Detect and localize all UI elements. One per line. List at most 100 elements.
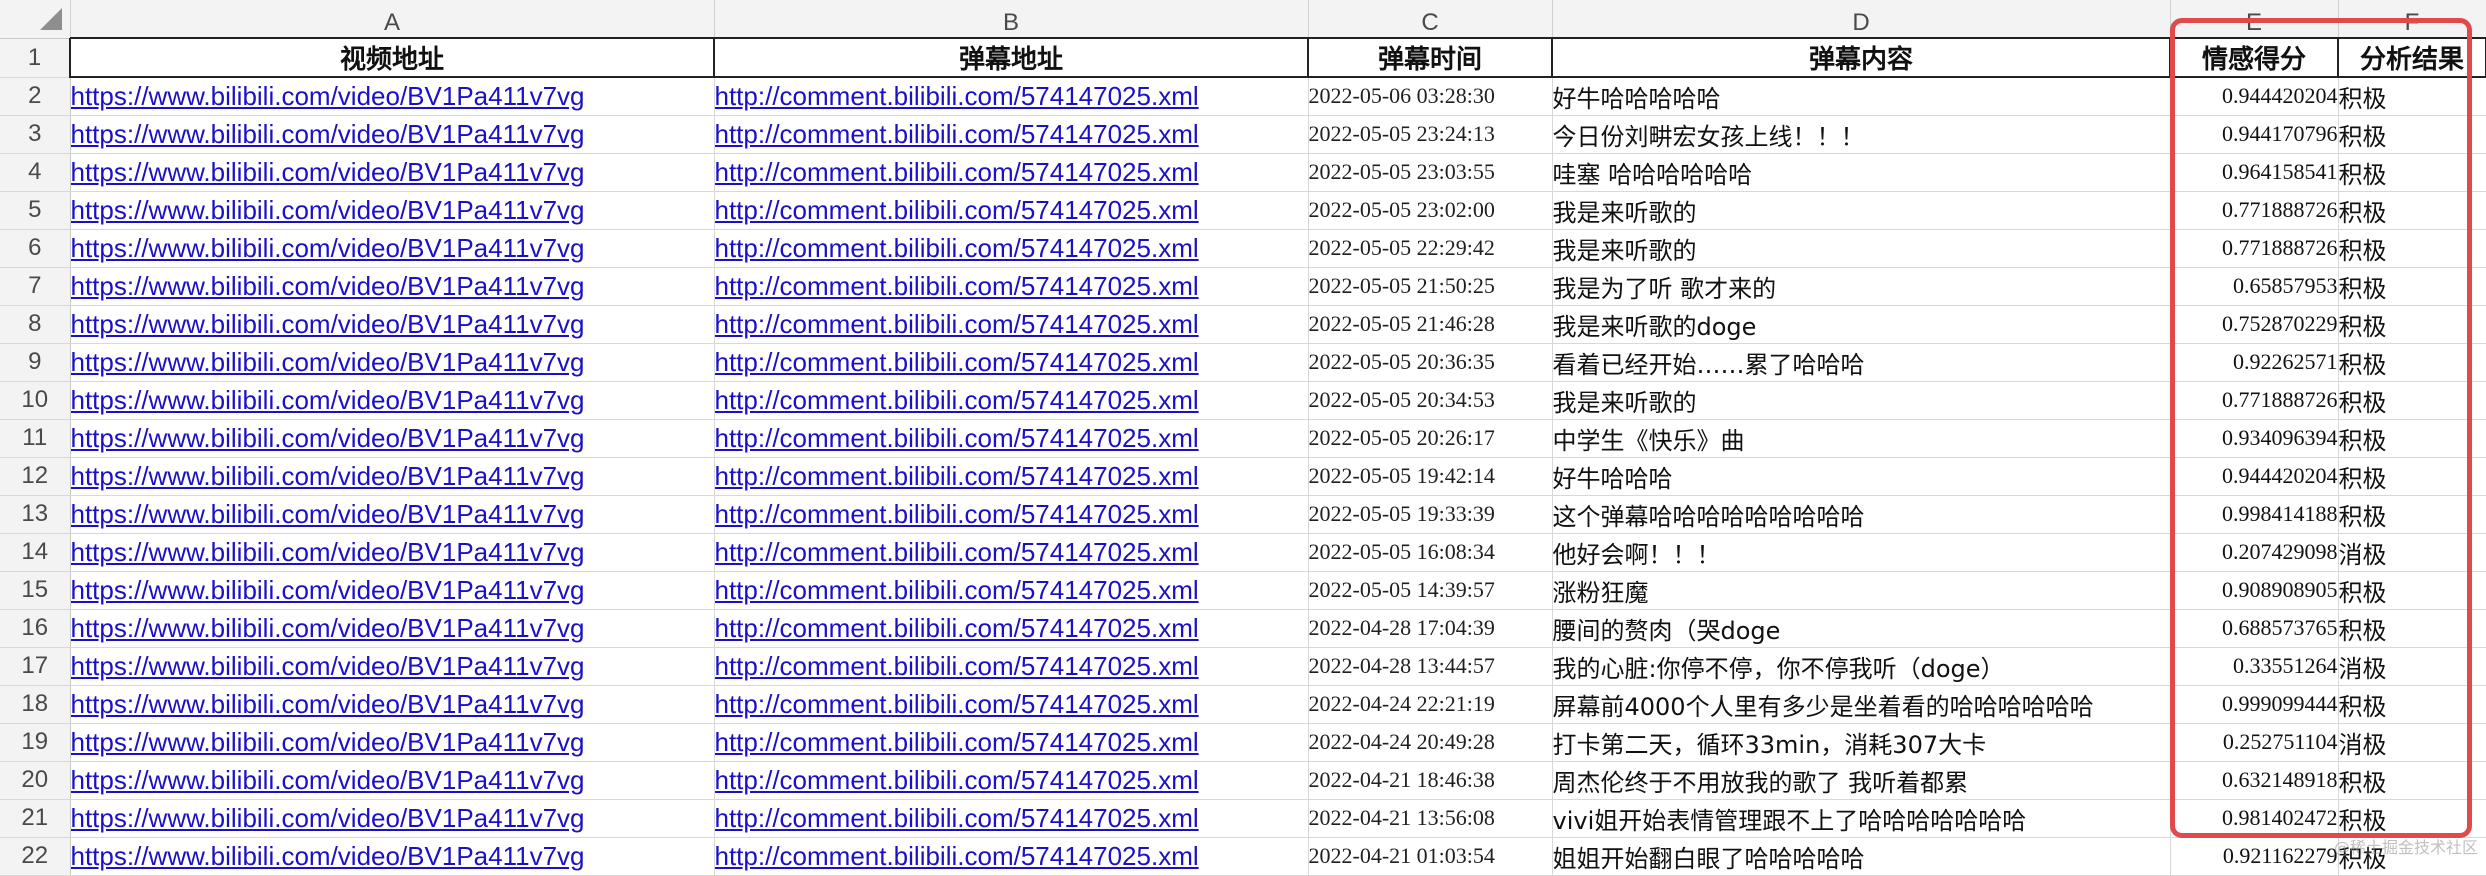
row-number[interactable]: 12 xyxy=(0,457,71,496)
danmaku-url-cell[interactable]: http://comment.bilibili.com/574147025.xm… xyxy=(714,723,1309,762)
sentiment-score-cell[interactable]: 0.944170796 xyxy=(2170,115,2339,154)
video-url-cell[interactable]: https://www.bilibili.com/video/BV1Pa411v… xyxy=(70,191,715,230)
column-header-e[interactable]: E xyxy=(2170,0,2339,39)
video-url-cell[interactable]: https://www.bilibili.com/video/BV1Pa411v… xyxy=(70,77,715,116)
video-url-cell[interactable]: https://www.bilibili.com/video/BV1Pa411v… xyxy=(70,647,715,686)
analysis-result-cell[interactable]: 消极 xyxy=(2338,647,2486,686)
analysis-result-cell[interactable]: 积极 xyxy=(2338,267,2486,306)
header-cell-sentiment-score[interactable]: 情感得分 xyxy=(2169,37,2339,78)
row-number[interactable]: 1 xyxy=(0,38,71,78)
danmaku-url-cell[interactable]: http://comment.bilibili.com/574147025.xm… xyxy=(714,343,1309,382)
row-number[interactable]: 17 xyxy=(0,647,71,686)
danmaku-content-cell[interactable]: 打卡第二天，循环33min，消耗307大卡 xyxy=(1552,723,2171,762)
video-url-cell[interactable]: https://www.bilibili.com/video/BV1Pa411v… xyxy=(70,571,715,610)
row-number[interactable]: 2 xyxy=(0,77,71,116)
danmaku-content-cell[interactable]: 我是来听歌的 xyxy=(1552,191,2171,230)
row-number[interactable]: 3 xyxy=(0,115,71,154)
danmaku-content-cell[interactable]: 周杰伦终于不用放我的歌了 我听着都累 xyxy=(1552,761,2171,800)
danmaku-time-cell[interactable]: 2022-05-05 19:33:39 xyxy=(1308,495,1553,534)
danmaku-time-cell[interactable]: 2022-05-05 23:24:13 xyxy=(1308,115,1553,154)
danmaku-content-cell[interactable]: 姐姐开始翻白眼了哈哈哈哈哈 xyxy=(1552,837,2171,876)
danmaku-content-cell[interactable]: 看着已经开始……累了哈哈哈 xyxy=(1552,343,2171,382)
danmaku-url-cell[interactable]: http://comment.bilibili.com/574147025.xm… xyxy=(714,229,1309,268)
danmaku-content-cell[interactable]: 我是来听歌的 xyxy=(1552,229,2171,268)
danmaku-content-cell[interactable]: 我是来听歌的 xyxy=(1552,381,2171,420)
danmaku-time-cell[interactable]: 2022-05-05 21:50:25 xyxy=(1308,267,1553,306)
sentiment-score-cell[interactable]: 0.934096394 xyxy=(2170,419,2339,458)
row-number[interactable]: 5 xyxy=(0,191,71,230)
analysis-result-cell[interactable]: 积极 xyxy=(2338,571,2486,610)
sentiment-score-cell[interactable]: 0.65857953 xyxy=(2170,267,2339,306)
row-number[interactable]: 13 xyxy=(0,495,71,534)
analysis-result-cell[interactable]: 积极 xyxy=(2338,419,2486,458)
danmaku-content-cell[interactable]: 哇塞 哈哈哈哈哈哈 xyxy=(1552,153,2171,192)
danmaku-time-cell[interactable]: 2022-05-05 20:26:17 xyxy=(1308,419,1553,458)
row-number[interactable]: 20 xyxy=(0,761,71,800)
danmaku-url-cell[interactable]: http://comment.bilibili.com/574147025.xm… xyxy=(714,799,1309,838)
sentiment-score-cell[interactable]: 0.771888726 xyxy=(2170,229,2339,268)
header-cell-danmaku-time[interactable]: 弹幕时间 xyxy=(1307,37,1553,78)
sentiment-score-cell[interactable]: 0.207429098 xyxy=(2170,533,2339,572)
video-url-cell[interactable]: https://www.bilibili.com/video/BV1Pa411v… xyxy=(70,495,715,534)
danmaku-time-cell[interactable]: 2022-04-21 18:46:38 xyxy=(1308,761,1553,800)
danmaku-time-cell[interactable]: 2022-04-21 01:03:54 xyxy=(1308,837,1553,876)
analysis-result-cell[interactable]: 积极 xyxy=(2338,761,2486,800)
danmaku-content-cell[interactable]: vivi姐开始表情管理跟不上了哈哈哈哈哈哈哈 xyxy=(1552,799,2171,838)
danmaku-url-cell[interactable]: http://comment.bilibili.com/574147025.xm… xyxy=(714,685,1309,724)
row-number[interactable]: 15 xyxy=(0,571,71,610)
row-number[interactable]: 18 xyxy=(0,685,71,724)
analysis-result-cell[interactable]: 积极 xyxy=(2338,305,2486,344)
danmaku-url-cell[interactable]: http://comment.bilibili.com/574147025.xm… xyxy=(714,77,1309,116)
danmaku-url-cell[interactable]: http://comment.bilibili.com/574147025.xm… xyxy=(714,191,1309,230)
sentiment-score-cell[interactable]: 0.752870229 xyxy=(2170,305,2339,344)
analysis-result-cell[interactable]: 积极 xyxy=(2338,381,2486,420)
video-url-cell[interactable]: https://www.bilibili.com/video/BV1Pa411v… xyxy=(70,685,715,724)
danmaku-time-cell[interactable]: 2022-05-05 14:39:57 xyxy=(1308,571,1553,610)
header-cell-danmaku-url[interactable]: 弹幕地址 xyxy=(713,37,1309,78)
header-cell-danmaku-content[interactable]: 弹幕内容 xyxy=(1551,37,2171,78)
danmaku-content-cell[interactable]: 好牛哈哈哈哈哈 xyxy=(1552,77,2171,116)
danmaku-time-cell[interactable]: 2022-05-05 20:34:53 xyxy=(1308,381,1553,420)
danmaku-content-cell[interactable]: 我是为了听 歌才来的 xyxy=(1552,267,2171,306)
danmaku-time-cell[interactable]: 2022-05-05 23:03:55 xyxy=(1308,153,1553,192)
danmaku-time-cell[interactable]: 2022-05-05 19:42:14 xyxy=(1308,457,1553,496)
danmaku-url-cell[interactable]: http://comment.bilibili.com/574147025.xm… xyxy=(714,571,1309,610)
danmaku-content-cell[interactable]: 我是来听歌的doge xyxy=(1552,305,2171,344)
danmaku-url-cell[interactable]: http://comment.bilibili.com/574147025.xm… xyxy=(714,153,1309,192)
row-number[interactable]: 16 xyxy=(0,609,71,648)
sentiment-score-cell[interactable]: 0.92262571 xyxy=(2170,343,2339,382)
header-cell-analysis-result[interactable]: 分析结果 xyxy=(2337,37,2486,78)
danmaku-url-cell[interactable]: http://comment.bilibili.com/574147025.xm… xyxy=(714,837,1309,876)
danmaku-content-cell[interactable]: 屏幕前4000个人里有多少是坐着看的哈哈哈哈哈哈 xyxy=(1552,685,2171,724)
video-url-cell[interactable]: https://www.bilibili.com/video/BV1Pa411v… xyxy=(70,799,715,838)
sentiment-score-cell[interactable]: 0.998414188 xyxy=(2170,495,2339,534)
danmaku-url-cell[interactable]: http://comment.bilibili.com/574147025.xm… xyxy=(714,495,1309,534)
danmaku-time-cell[interactable]: 2022-04-21 13:56:08 xyxy=(1308,799,1553,838)
video-url-cell[interactable]: https://www.bilibili.com/video/BV1Pa411v… xyxy=(70,533,715,572)
video-url-cell[interactable]: https://www.bilibili.com/video/BV1Pa411v… xyxy=(70,343,715,382)
danmaku-url-cell[interactable]: http://comment.bilibili.com/574147025.xm… xyxy=(714,647,1309,686)
danmaku-content-cell[interactable]: 腰间的赘肉（哭doge xyxy=(1552,609,2171,648)
analysis-result-cell[interactable]: 积极 xyxy=(2338,229,2486,268)
danmaku-content-cell[interactable]: 涨粉狂魔 xyxy=(1552,571,2171,610)
analysis-result-cell[interactable]: 积极 xyxy=(2338,115,2486,154)
sentiment-score-cell[interactable]: 0.252751104 xyxy=(2170,723,2339,762)
video-url-cell[interactable]: https://www.bilibili.com/video/BV1Pa411v… xyxy=(70,837,715,876)
row-number[interactable]: 14 xyxy=(0,533,71,572)
analysis-result-cell[interactable]: 积极 xyxy=(2338,609,2486,648)
danmaku-time-cell[interactable]: 2022-05-05 16:08:34 xyxy=(1308,533,1553,572)
select-all-triangle-icon[interactable] xyxy=(39,7,62,30)
sentiment-score-cell[interactable]: 0.908908905 xyxy=(2170,571,2339,610)
sentiment-score-cell[interactable]: 0.33551264 xyxy=(2170,647,2339,686)
column-header-a[interactable]: A xyxy=(70,0,715,39)
row-number[interactable]: 22 xyxy=(0,837,71,876)
sentiment-score-cell[interactable]: 0.632148918 xyxy=(2170,761,2339,800)
header-cell-video-url[interactable]: 视频地址 xyxy=(69,37,715,78)
analysis-result-cell[interactable]: 消极 xyxy=(2338,723,2486,762)
danmaku-time-cell[interactable]: 2022-04-24 20:49:28 xyxy=(1308,723,1553,762)
sentiment-score-cell[interactable]: 0.999099444 xyxy=(2170,685,2339,724)
sentiment-score-cell[interactable]: 0.944420204 xyxy=(2170,457,2339,496)
sentiment-score-cell[interactable]: 0.771888726 xyxy=(2170,191,2339,230)
danmaku-time-cell[interactable]: 2022-04-28 13:44:57 xyxy=(1308,647,1553,686)
column-header-f[interactable]: F xyxy=(2338,0,2486,39)
